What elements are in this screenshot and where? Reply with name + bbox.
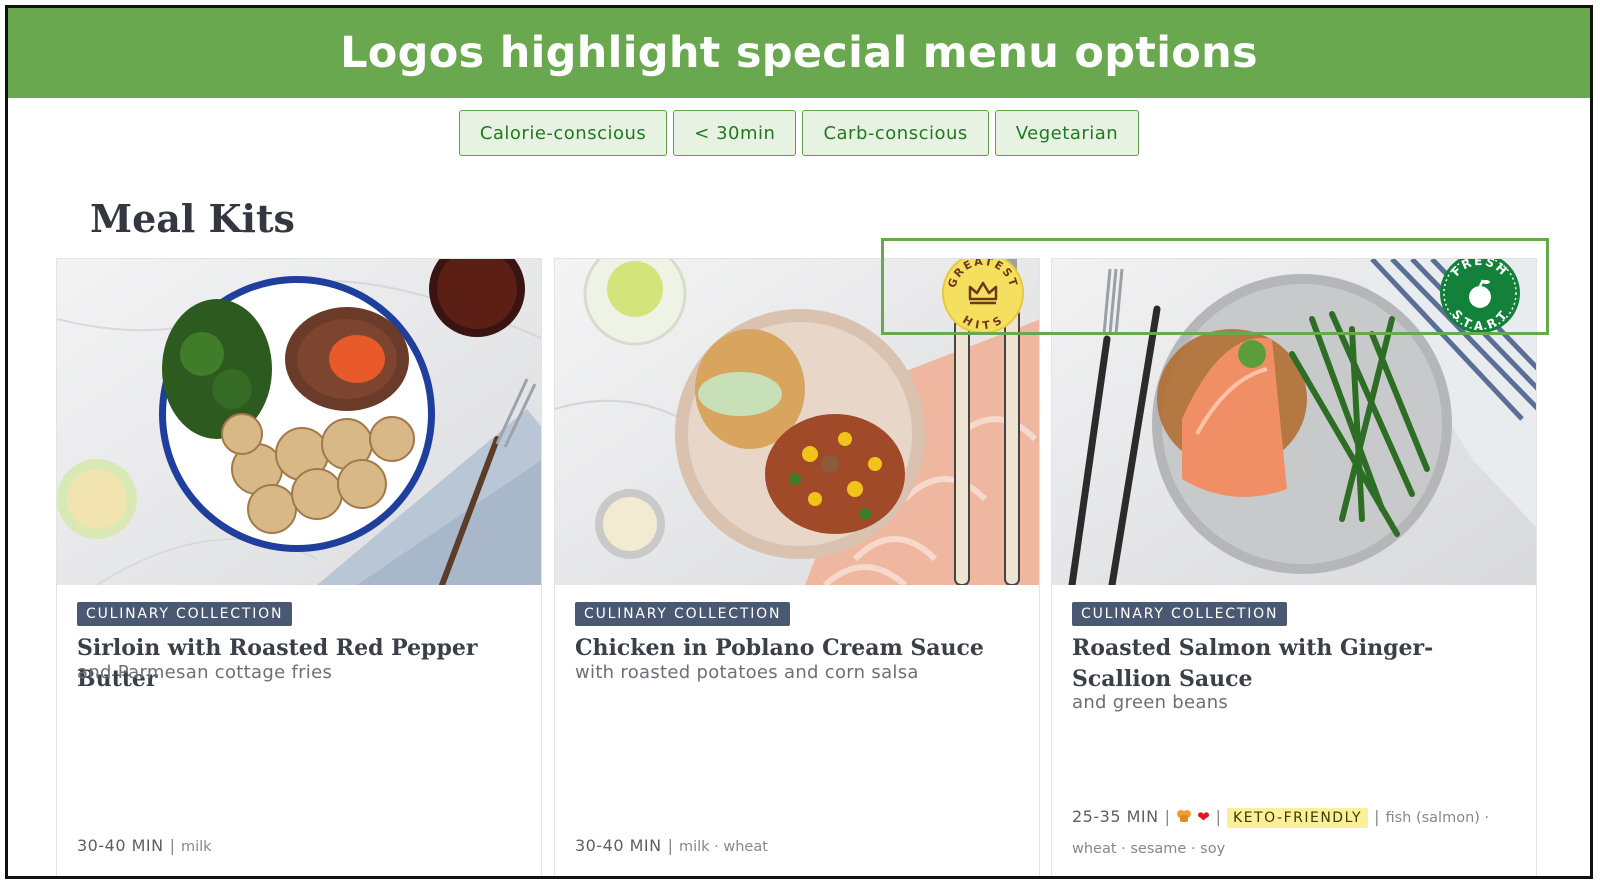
allergens: milk · wheat [678, 839, 768, 855]
meal-card-chicken-poblano[interactable]: GREATEST HITS CULINARY COLLECTION Chicke… [554, 258, 1040, 876]
collection-tag: CULINARY COLLECTION [77, 602, 293, 626]
greatest-hits-badge: GREATEST HITS [942, 259, 1024, 334]
meal-subtitle: and Parmesan cottage fries [77, 662, 333, 683]
cook-time: 30-40 MIN [77, 836, 164, 855]
meal-title[interactable]: Chicken in Poblano Cream Sauce [575, 633, 1015, 664]
banner-title: Logos highlight special menu options [340, 28, 1258, 78]
cook-time: 25-35 MIN [1072, 807, 1159, 826]
filter-under-30min[interactable]: < 30min [673, 110, 797, 156]
filter-vegetarian[interactable]: Vegetarian [994, 110, 1140, 156]
meal-photo-chicken: GREATEST HITS [555, 259, 1039, 585]
allergens-line-2: wheat · sesame · soy [1072, 841, 1226, 857]
annotation-banner: Logos highlight special menu options [8, 8, 1590, 98]
section-title: Meal Kits [90, 196, 295, 241]
meal-title[interactable]: Roasted Salmon with Ginger-Scallion Sauc… [1072, 633, 1512, 695]
fresh-start-badge: FRESH START [1440, 259, 1520, 333]
meal-photo-sirloin [57, 259, 541, 585]
heart-icon: ❤ [1197, 808, 1210, 826]
cook-time: 30-40 MIN [575, 836, 662, 855]
meal-card-roasted-salmon[interactable]: FRESH START CULINARY COLLECTION Roasted … [1051, 258, 1537, 876]
meal-meta: 30-40 MIN | milk · wheat [575, 836, 768, 855]
meal-meta: 25-35 MIN | ❤ | KETO-FRIENDLY | fish (salmon)… [1072, 802, 1522, 864]
filter-carb-conscious[interactable]: Carb-conscious [802, 110, 989, 156]
allergens: milk [180, 839, 212, 855]
meal-meta: 30-40 MIN | milk [77, 836, 212, 855]
filter-bar: Calorie-conscious < 30min Carb-conscious… [8, 110, 1590, 156]
filter-calorie-conscious[interactable]: Calorie-conscious [458, 110, 668, 156]
keto-friendly-badge: KETO-FRIENDLY [1227, 808, 1369, 828]
meal-subtitle: with roasted potatoes and corn salsa [575, 662, 919, 683]
meal-subtitle: and green beans [1072, 692, 1229, 713]
meal-card-sirloin[interactable]: CULINARY COLLECTION Sirloin with Roasted… [56, 258, 542, 876]
fork-knife-icon [1176, 803, 1192, 832]
allergens-line-1: fish (salmon) · [1385, 810, 1490, 826]
slide-frame: Logos highlight special menu options Cal… [5, 5, 1593, 879]
collection-tag: CULINARY COLLECTION [575, 602, 791, 626]
collection-tag: CULINARY COLLECTION [1072, 602, 1288, 626]
meal-photo-salmon: FRESH START [1052, 259, 1536, 585]
